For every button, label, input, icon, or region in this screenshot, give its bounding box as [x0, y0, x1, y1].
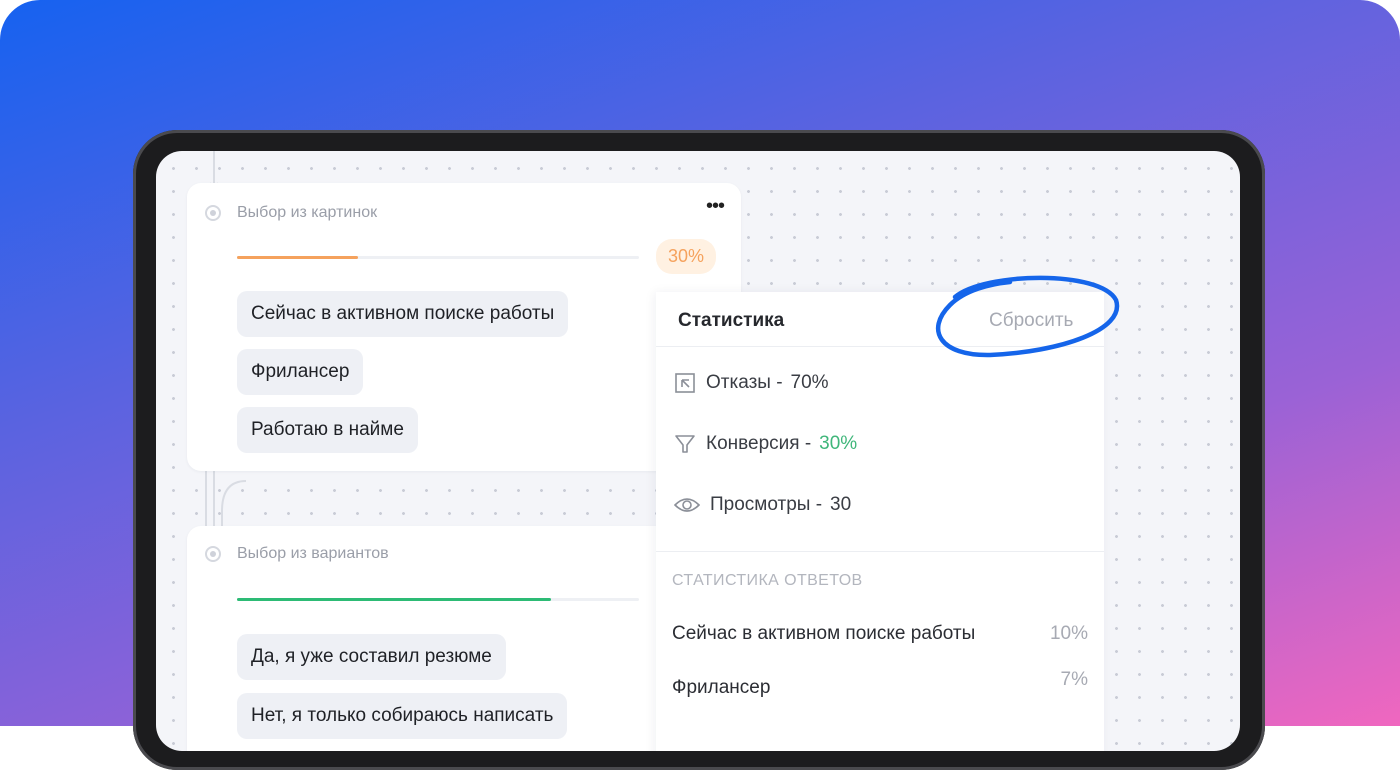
- stat-conversion: Конверсия - 30%: [674, 433, 857, 455]
- reset-button[interactable]: Сбросить: [989, 310, 1073, 332]
- stat-bounces: Отказы - 70%: [674, 372, 829, 394]
- progress-fill: [237, 598, 551, 601]
- progress-track: [237, 256, 639, 259]
- answer-label: Фрилансер: [672, 677, 771, 698]
- answers-section-title: СТАТИСТИКА ОТВЕТОВ: [672, 572, 863, 589]
- percent-badge: 30%: [656, 239, 717, 274]
- stat-value: 70%: [790, 372, 829, 393]
- stat-label: Просмотры -: [710, 494, 823, 515]
- eye-icon: [674, 498, 700, 512]
- progress-track: [237, 598, 639, 601]
- node-radio-icon: [205, 546, 221, 562]
- answer-percent: 10%: [1049, 623, 1088, 644]
- answer-percent: 7%: [1060, 669, 1088, 690]
- cursor-box-icon: [675, 373, 695, 393]
- stat-value: 30: [830, 494, 852, 515]
- answer-option[interactable]: Да, я уже составил резюме: [237, 634, 506, 680]
- progress-fill: [237, 256, 358, 259]
- stat-views: Просмотры - 30: [674, 494, 851, 516]
- answer-option[interactable]: Работаю в найме: [237, 407, 418, 453]
- answer-option[interactable]: Фрилансер: [237, 349, 364, 395]
- stat-value: 30%: [819, 433, 858, 454]
- more-options-icon[interactable]: •••: [706, 196, 725, 216]
- answer-stat-row: Сейчас в активном поиске работы 10%: [672, 623, 1088, 645]
- answer-label: Сейчас в активном поиске работы: [672, 623, 976, 644]
- node-radio-icon: [205, 205, 221, 221]
- answer-option[interactable]: Сейчас в активном поиске работы: [237, 291, 569, 337]
- statistics-panel: Статистика Сбросить Отказы - 70% Конверс…: [656, 292, 1104, 751]
- funnel-icon: [675, 435, 695, 453]
- flow-canvas[interactable]: Выбор из картинок ••• 30% Сейчас в актив…: [156, 151, 1240, 751]
- divider: [656, 346, 1104, 347]
- stat-label: Конверсия -: [706, 433, 812, 454]
- card-title: Выбор из вариантов: [237, 545, 389, 562]
- answer-stat-row: Фрилансер 7%: [672, 669, 1088, 699]
- answer-option[interactable]: Нет, я только собираюсь написать: [237, 693, 568, 739]
- card-title: Выбор из картинок: [237, 204, 378, 221]
- divider: [656, 551, 1104, 552]
- panel-title: Статистика: [678, 310, 785, 331]
- stat-label: Отказы -: [706, 372, 783, 393]
